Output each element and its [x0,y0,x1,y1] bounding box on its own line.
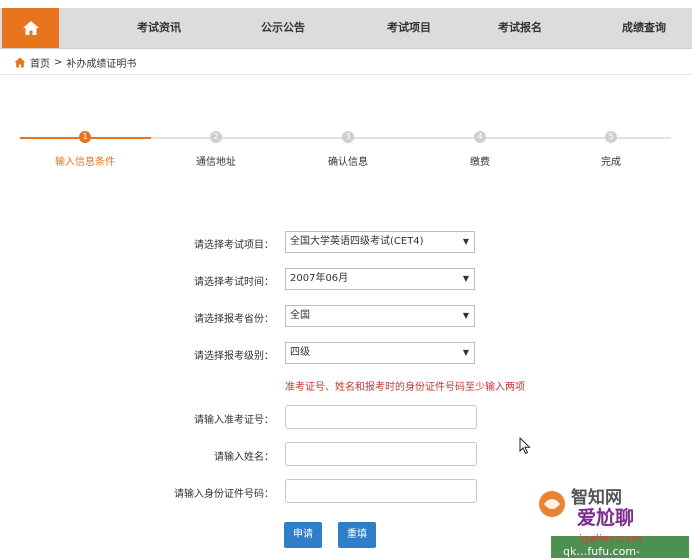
reset-button[interactable]: 重填 [338,522,376,548]
exam-time-select[interactable]: 2007年06月 ▼ [285,268,475,290]
province-select[interactable]: 全国 ▼ [285,305,475,327]
home-icon [14,57,26,67]
province-value: 全国 [290,310,310,321]
dropdown-arrow-icon: ▼ [462,348,469,357]
exam-time-value: 2007年06月 [290,273,349,284]
nav-item-score-query[interactable]: 成绩查询 [622,8,666,48]
watermark-line3: igaliao.com [579,532,642,545]
step-1-label: 输入信息条件 [55,157,115,168]
breadcrumb-home-link[interactable]: 首页 [30,55,50,70]
level-select[interactable]: 四级 ▼ [285,342,475,364]
level-value: 四级 [290,347,310,358]
breadcrumb: 首页 > 补办成绩证明书 [14,54,136,70]
step-4-indicator: 4 [474,131,486,143]
name-label: 请输入姓名： [214,452,274,463]
mouse-cursor-icon [519,437,531,455]
top-nav: 考试资讯 公示公告 考试项目 考试报名 成绩查询 [0,8,692,49]
ticket-number-input[interactable] [285,405,477,429]
step-3-label: 确认信息 [328,157,368,168]
level-label: 请选择报考级别： [194,351,274,362]
watermark-line4: qk…fufu.com- [563,545,640,558]
exam-time-label: 请选择考试时间： [194,277,274,288]
exam-project-select[interactable]: 全国大学英语四级考试(CET4) ▼ [285,231,475,253]
watermark-logo: 智知网 爱尬聊 igaliao.com qk…fufu.com- [539,487,689,558]
nav-item-announcements[interactable]: 公示公告 [261,8,305,48]
step-2-label: 通信地址 [196,157,236,168]
id-number-label: 请输入身份证件号码： [174,489,274,500]
step-5-label: 完成 [601,157,621,168]
breadcrumb-current: 补办成绩证明书 [66,58,137,70]
exam-project-value: 全国大学英语四级考试(CET4) [290,236,424,247]
dropdown-arrow-icon: ▼ [462,237,469,246]
step-4-label: 缴费 [470,157,490,168]
watermark-line1: 智知网 [571,487,622,508]
step-5-indicator: 5 [605,131,617,143]
nav-item-exam-registration[interactable]: 考试报名 [498,8,542,48]
apply-button[interactable]: 申请 [284,522,322,548]
dropdown-arrow-icon: ▼ [462,274,469,283]
nav-item-exam-projects[interactable]: 考试项目 [387,8,431,48]
exam-project-label: 请选择考试项目： [194,240,274,251]
name-input[interactable] [285,442,477,466]
ticket-number-label: 请输入准考证号： [194,415,274,426]
dropdown-arrow-icon: ▼ [462,311,469,320]
home-icon [22,21,39,35]
breadcrumb-divider [0,74,692,75]
nav-item-exam-news[interactable]: 考试资讯 [137,8,181,48]
step-track-remaining [151,137,671,139]
province-label: 请选择报考省份： [194,314,274,325]
step-1-indicator: 1 [79,131,91,143]
step-3-indicator: 3 [342,131,354,143]
step-2-indicator: 2 [210,131,222,143]
home-button[interactable] [2,8,59,48]
id-number-input[interactable] [285,479,477,503]
input-requirement-warning: 准考证号、姓名和报考时的身份证件号码至少输入两项 [285,382,525,393]
breadcrumb-separator: > [54,56,63,68]
watermark-line2: 爱尬聊 [577,506,634,529]
